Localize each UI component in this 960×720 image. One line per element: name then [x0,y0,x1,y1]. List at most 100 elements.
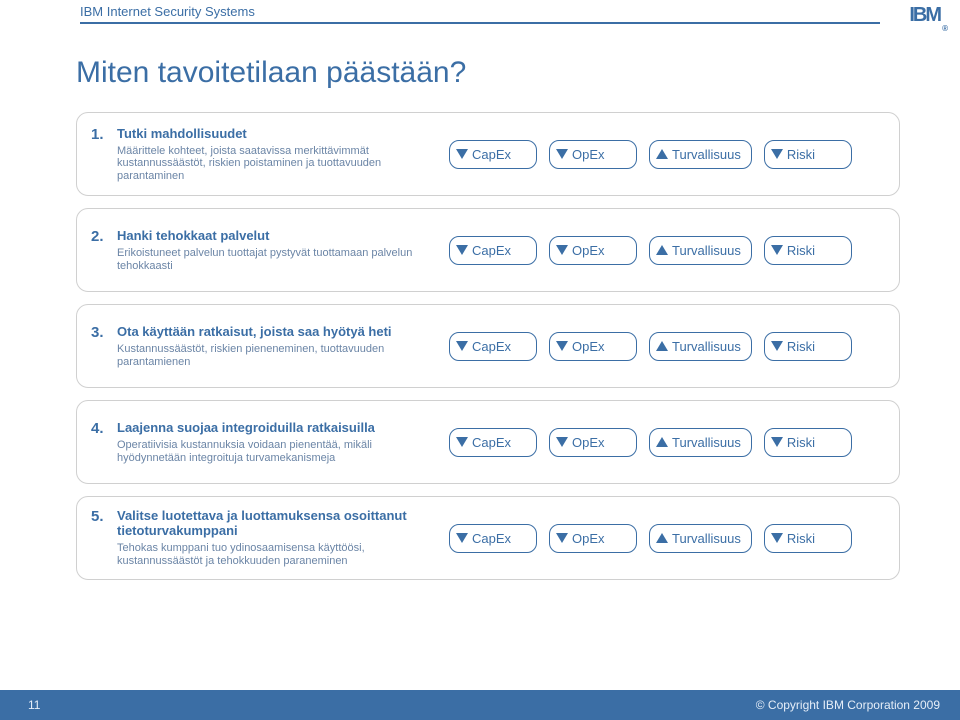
badge-security: Turvallisuus [649,524,752,553]
badge-security: Turvallisuus [649,140,752,169]
header-bar: IBM Internet Security Systems IBM ® [0,0,960,36]
rows-container: 1. Tutki mahdollisuudet Määrittele kohte… [76,112,900,580]
arrow-down-icon [456,341,468,351]
row-text: Valitse luotettava ja luottamuksensa oso… [117,508,431,567]
badge-label: CapEx [472,435,511,450]
badge-label: Riski [787,243,815,258]
badge-risk: Riski [764,140,852,169]
badge-label: OpEx [572,339,605,354]
badge-label: Riski [787,339,815,354]
badge-risk: Riski [764,524,852,553]
row-sub: Operatiivisia kustannuksia voidaan piene… [117,439,431,464]
arrow-down-icon [771,341,783,351]
arrow-up-icon [656,149,668,159]
badge-security: Turvallisuus [649,332,752,361]
row-left: 1. Tutki mahdollisuudet Määrittele kohte… [91,126,431,183]
badge-label: OpEx [572,435,605,450]
badge-label: Riski [787,531,815,546]
badge-group: CapEx OpEx Turvallisuus Riski [449,236,885,265]
row-sub: Tehokas kumppani tuo ydinosaamisensa käy… [117,542,431,567]
arrow-down-icon [556,533,568,543]
badge-label: CapEx [472,339,511,354]
arrow-down-icon [771,533,783,543]
product-name: IBM Internet Security Systems [80,4,255,19]
row-sub: Kustannussäästöt, riskien pieneneminen, … [117,343,431,368]
badge-opex: OpEx [549,140,637,169]
header-divider [80,22,880,24]
arrow-down-icon [556,341,568,351]
badge-label: Riski [787,435,815,450]
row-text: Hanki tehokkaat palvelut Erikoistuneet p… [117,228,431,272]
badge-opex: OpEx [549,428,637,457]
arrow-down-icon [456,437,468,447]
row-text: Tutki mahdollisuudet Määrittele kohteet,… [117,126,431,183]
badge-group: CapEx OpEx Turvallisuus Riski [449,428,885,457]
page-title: Miten tavoitetilaan päästään? [76,56,466,90]
arrow-up-icon [656,533,668,543]
row-left: 2. Hanki tehokkaat palvelut Erikoistunee… [91,228,431,272]
badge-label: Turvallisuus [672,435,741,450]
row-item: 1. Tutki mahdollisuudet Määrittele kohte… [76,112,900,196]
row-headline: Hanki tehokkaat palvelut [117,228,431,243]
badge-capex: CapEx [449,524,537,553]
badge-risk: Riski [764,428,852,457]
badge-label: OpEx [572,243,605,258]
row-left: 5. Valitse luotettava ja luottamuksensa … [91,508,431,567]
badge-label: CapEx [472,531,511,546]
row-left: 3. Ota käyttään ratkaisut, joista saa hy… [91,324,431,368]
badge-label: OpEx [572,147,605,162]
row-number: 3. [91,324,107,368]
copyright-text: © Copyright IBM Corporation 2009 [756,698,940,712]
arrow-down-icon [456,245,468,255]
row-number: 5. [91,508,107,567]
arrow-up-icon [656,437,668,447]
arrow-down-icon [771,245,783,255]
badge-label: OpEx [572,531,605,546]
ibm-logo: IBM ® [909,4,940,27]
registered-mark: ® [942,24,948,33]
row-number: 1. [91,126,107,183]
badge-group: CapEx OpEx Turvallisuus Riski [449,332,885,361]
arrow-up-icon [656,341,668,351]
badge-capex: CapEx [449,236,537,265]
row-item: 5. Valitse luotettava ja luottamuksensa … [76,496,900,580]
logo-text: IBM [909,4,940,27]
arrow-down-icon [456,533,468,543]
row-number: 4. [91,420,107,464]
badge-label: Turvallisuus [672,147,741,162]
row-number: 2. [91,228,107,272]
row-item: 3. Ota käyttään ratkaisut, joista saa hy… [76,304,900,388]
badge-opex: OpEx [549,236,637,265]
row-left: 4. Laajenna suojaa integroiduilla ratkai… [91,420,431,464]
badge-risk: Riski [764,236,852,265]
footer-bar: 11 © Copyright IBM Corporation 2009 [0,690,960,720]
badge-risk: Riski [764,332,852,361]
badge-label: CapEx [472,147,511,162]
row-sub: Määrittele kohteet, joista saatavissa me… [117,145,431,183]
row-headline: Laajenna suojaa integroiduilla ratkaisui… [117,420,431,435]
row-item: 4. Laajenna suojaa integroiduilla ratkai… [76,400,900,484]
badge-capex: CapEx [449,332,537,361]
badge-label: Turvallisuus [672,243,741,258]
row-headline: Ota käyttään ratkaisut, joista saa hyöty… [117,324,431,339]
slide: IBM Internet Security Systems IBM ® Mite… [0,0,960,720]
badge-label: CapEx [472,243,511,258]
arrow-down-icon [771,149,783,159]
row-item: 2. Hanki tehokkaat palvelut Erikoistunee… [76,208,900,292]
arrow-down-icon [556,437,568,447]
badge-opex: OpEx [549,524,637,553]
row-headline: Tutki mahdollisuudet [117,126,431,141]
badge-group: CapEx OpEx Turvallisuus Riski [449,524,885,553]
arrow-down-icon [556,245,568,255]
badge-label: Turvallisuus [672,531,741,546]
badge-label: Riski [787,147,815,162]
arrow-down-icon [456,149,468,159]
badge-capex: CapEx [449,140,537,169]
row-sub: Erikoistuneet palvelun tuottajat pystyvä… [117,247,431,272]
badge-security: Turvallisuus [649,428,752,457]
row-text: Ota käyttään ratkaisut, joista saa hyöty… [117,324,431,368]
badge-capex: CapEx [449,428,537,457]
row-text: Laajenna suojaa integroiduilla ratkaisui… [117,420,431,464]
badge-label: Turvallisuus [672,339,741,354]
arrow-up-icon [656,245,668,255]
